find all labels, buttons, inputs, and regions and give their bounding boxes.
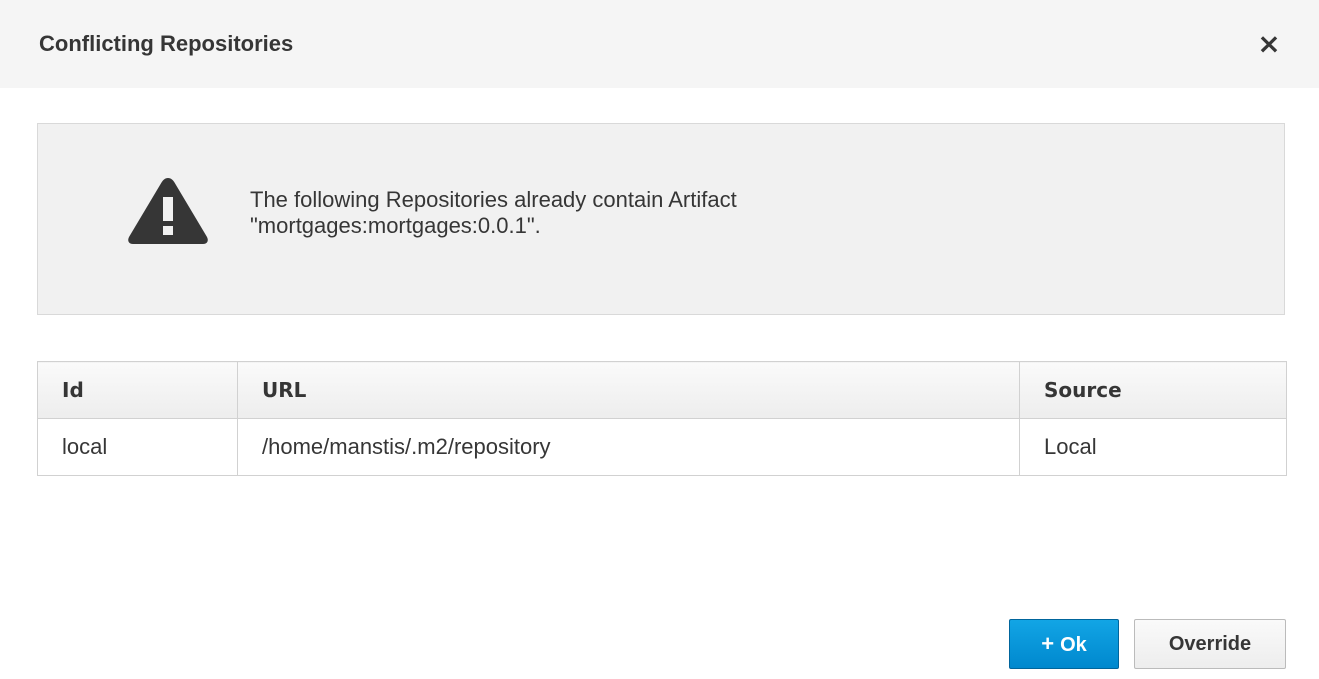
alert-message-line2: "mortgages:mortgages:0.0.1". — [250, 213, 541, 238]
conflicting-repositories-dialog: Conflicting Repositories × The following… — [0, 0, 1319, 679]
alert-message: The following Repositories already conta… — [250, 187, 1150, 239]
dialog-header: Conflicting Repositories × — [0, 0, 1319, 88]
close-button[interactable]: × — [1254, 29, 1284, 59]
ok-button[interactable]: + Ok — [1009, 619, 1119, 669]
plus-icon: + — [1041, 631, 1055, 656]
cell-url: /home/manstis/.m2/repository — [237, 418, 1020, 476]
repositories-table: Id URL Source local /home/manstis/.m2/re… — [37, 361, 1287, 476]
column-header-id[interactable]: Id — [37, 361, 238, 419]
override-button[interactable]: Override — [1134, 619, 1286, 669]
warning-alert: The following Repositories already conta… — [37, 123, 1285, 315]
column-header-url[interactable]: URL — [237, 361, 1020, 419]
ok-button-label: Ok — [1060, 634, 1087, 656]
cell-source: Local — [1019, 418, 1287, 476]
table-header-row: Id URL Source — [37, 361, 1287, 419]
column-header-source[interactable]: Source — [1019, 361, 1287, 419]
alert-message-line1: The following Repositories already conta… — [250, 187, 737, 212]
cell-id: local — [37, 418, 238, 476]
dialog-title: Conflicting Repositories — [39, 31, 294, 56]
table-row[interactable]: local /home/manstis/.m2/repository Local — [37, 418, 1287, 476]
warning-triangle-icon — [128, 178, 208, 244]
